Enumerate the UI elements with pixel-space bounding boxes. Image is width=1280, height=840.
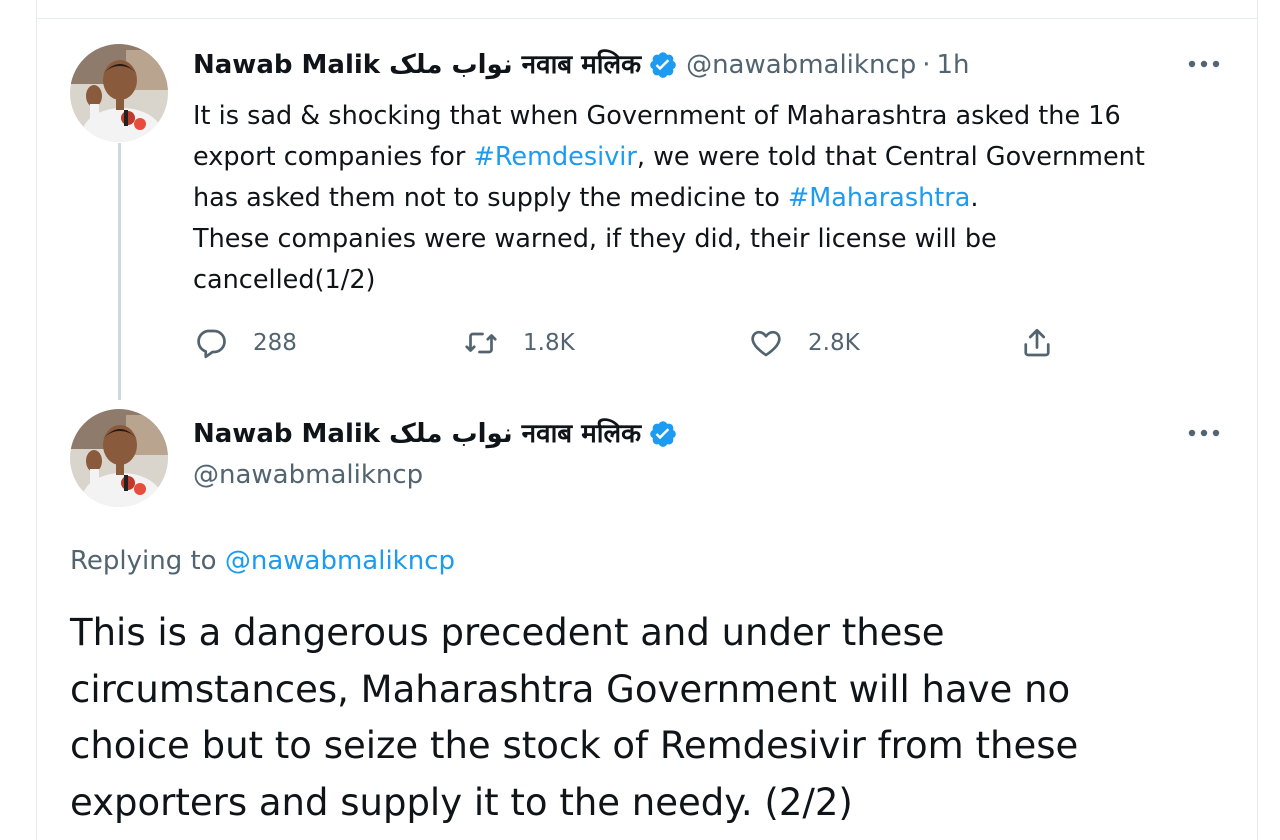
tweet-text-line: circumstances, Maharashtra Government wi…: [70, 667, 1071, 711]
author-display-name[interactable]: Nawab Malik نواب ملک नवाब मलिक: [193, 417, 641, 451]
tweet-text-line: It is sad & shocking that when Governmen…: [193, 96, 1203, 137]
tweet-text-segment: , we were told that Central Government: [636, 142, 1145, 172]
top-divider: [36, 18, 1258, 19]
replying-prefix: Replying to: [70, 546, 217, 576]
author-handle[interactable]: @nawabmalikncp: [193, 458, 423, 492]
tweet-text-line: These companies were warned, if they did…: [193, 219, 1203, 260]
tweet-text-segment: It is sad & shocking that when Governmen…: [193, 101, 1121, 131]
more-options-icon[interactable]: [1186, 427, 1222, 439]
share-icon: [1024, 328, 1050, 357]
hashtag-link[interactable]: #Maharashtra: [788, 183, 970, 213]
tweet-author-row: Nawab Malik نواب ملک नवाब मलिक: [193, 417, 686, 451]
meta-separator: ·: [922, 50, 931, 80]
like-icon: [751, 330, 781, 357]
tweet-text-line: This is a dangerous precedent and under …: [70, 611, 945, 654]
like-count: 2.8K: [808, 330, 860, 356]
tweet-text-segment: export companies for: [193, 142, 474, 172]
thread-connector-line: [118, 143, 121, 400]
tweet-author-row: Nawab Malik نواب ملک नवाब मलिक @nawabmal…: [193, 48, 970, 82]
share-button[interactable]: [1019, 325, 1055, 361]
author-handle[interactable]: @nawabmalikncp: [686, 48, 916, 82]
reply-icon: [197, 329, 226, 359]
retweet-button[interactable]: 1.8K: [463, 325, 575, 361]
author-display-name[interactable]: Nawab Malik نواب ملک नवाब मलिक: [193, 48, 641, 82]
tweet-timestamp[interactable]: 1h: [937, 48, 970, 82]
replying-mention-link[interactable]: @nawabmalikncp: [225, 546, 455, 576]
reply-button[interactable]: 288: [193, 325, 297, 361]
tweet-text-segment: .: [970, 183, 979, 213]
tweet-text: It is sad & shocking that when Governmen…: [193, 96, 1203, 301]
tweet-text-segment: has asked them not to supply the medicin…: [193, 183, 788, 213]
like-button[interactable]: 2.8K: [748, 325, 860, 361]
tweet-text-line: choice but to seize the stock of Remdesi…: [70, 724, 1079, 767]
tweet-text-segment: cancelled(1/2): [193, 265, 376, 295]
avatar[interactable]: [70, 44, 168, 142]
retweet-count: 1.8K: [523, 330, 575, 356]
replying-to: Replying to @nawabmalikncp: [70, 544, 455, 578]
more-options-icon[interactable]: [1186, 58, 1222, 70]
verified-badge-icon: [650, 421, 676, 447]
tweet-text-segment: These companies were warned, if they did…: [193, 224, 997, 254]
verified-badge-icon: [650, 52, 676, 78]
tweet-text-line: exporters and supply it to the needy. (2…: [70, 780, 853, 824]
tweet-text-line: cancelled(1/2): [193, 260, 1203, 301]
hashtag-link[interactable]: #Remdesivir: [473, 142, 636, 172]
tweet-text: This is a dangerous precedent and under …: [70, 605, 1230, 831]
reply-count: 288: [253, 330, 297, 356]
avatar[interactable]: [70, 409, 168, 507]
retweet-icon: [465, 332, 497, 354]
tweet-text-line: has asked them not to supply the medicin…: [193, 178, 1203, 219]
tweet-text-line: export companies for #Remdesivir, we wer…: [193, 137, 1203, 178]
